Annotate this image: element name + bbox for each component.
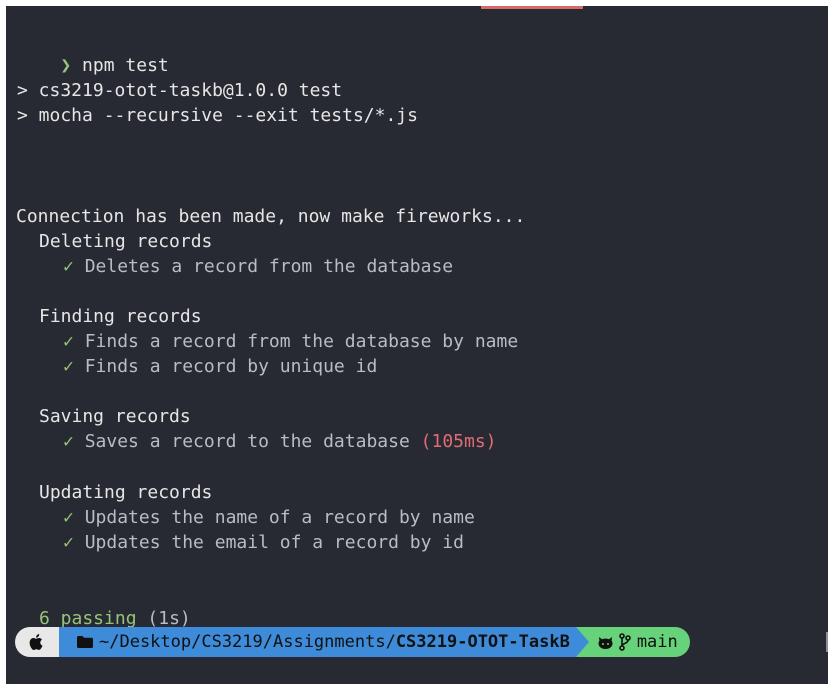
test-name: Deletes a record from the database xyxy=(84,256,454,277)
test-result: ✓ Updates the name of a record by name xyxy=(63,505,475,530)
connection-message: Connection has been made, now make firew… xyxy=(16,206,526,227)
check-icon: ✓ xyxy=(63,356,74,377)
total-duration: (1s) xyxy=(147,608,191,629)
check-icon: ✓ xyxy=(63,256,74,277)
active-tab-indicator xyxy=(481,6,583,9)
test-result: ✓ Updates the email of a record by id xyxy=(63,530,464,555)
test-result: ✓ Deletes a record from the database xyxy=(63,254,453,279)
passing-count: 6 passing xyxy=(39,608,137,629)
test-name: Saves a record to the database xyxy=(84,431,410,452)
git-branch-name: main xyxy=(636,632,678,652)
script-line-2: > mocha --recursive --exit tests/*.js xyxy=(17,105,418,126)
apple-icon xyxy=(29,633,45,651)
test-name: Updates the email of a record by id xyxy=(84,532,464,553)
check-icon: ✓ xyxy=(63,532,74,553)
os-segment xyxy=(15,627,59,657)
test-name: Finds a record by unique id xyxy=(84,356,378,377)
test-name: Finds a record from the database by name xyxy=(84,331,519,352)
segment-separator xyxy=(575,627,589,657)
command-line: ❯ npm test xyxy=(17,28,168,76)
folder-icon xyxy=(77,636,93,648)
slow-test-duration: (105ms) xyxy=(420,431,497,452)
script-line-1: > cs3219-otot-taskb@1.0.0 test xyxy=(17,80,343,101)
github-octocat-icon xyxy=(598,636,613,649)
git-segment: main xyxy=(575,627,690,657)
git-branch-icon xyxy=(619,633,631,651)
test-result: ✓ Finds a record from the database by na… xyxy=(63,329,518,354)
suite-title: Updating records xyxy=(39,482,213,503)
terminal-window[interactable]: ❯ npm test > cs3219-otot-taskb@1.0.0 tes… xyxy=(6,6,828,684)
path-prefix: ~/Desktop/CS3219/Assignments/ xyxy=(99,632,396,652)
command-text: npm test xyxy=(82,55,169,76)
check-icon: ✓ xyxy=(63,507,74,528)
test-result: ✓ Saves a record to the database (105ms) xyxy=(63,429,497,454)
suite-title: Deleting records xyxy=(39,231,213,252)
current-directory: CS3219-OTOT-TaskB xyxy=(395,632,570,652)
check-icon: ✓ xyxy=(63,331,74,352)
test-name: Updates the name of a record by name xyxy=(84,507,475,528)
suite-title: Saving records xyxy=(39,406,191,427)
suite-title: Finding records xyxy=(39,306,202,327)
path-segment: ~/Desktop/CS3219/Assignments/CS3219-OTOT… xyxy=(59,627,576,657)
check-icon: ✓ xyxy=(63,431,74,452)
test-result: ✓ Finds a record by unique id xyxy=(63,354,377,379)
prompt-arrow-icon: ❯ xyxy=(60,55,72,76)
prompt-status-bar: ~/Desktop/CS3219/Assignments/CS3219-OTOT… xyxy=(15,627,690,657)
